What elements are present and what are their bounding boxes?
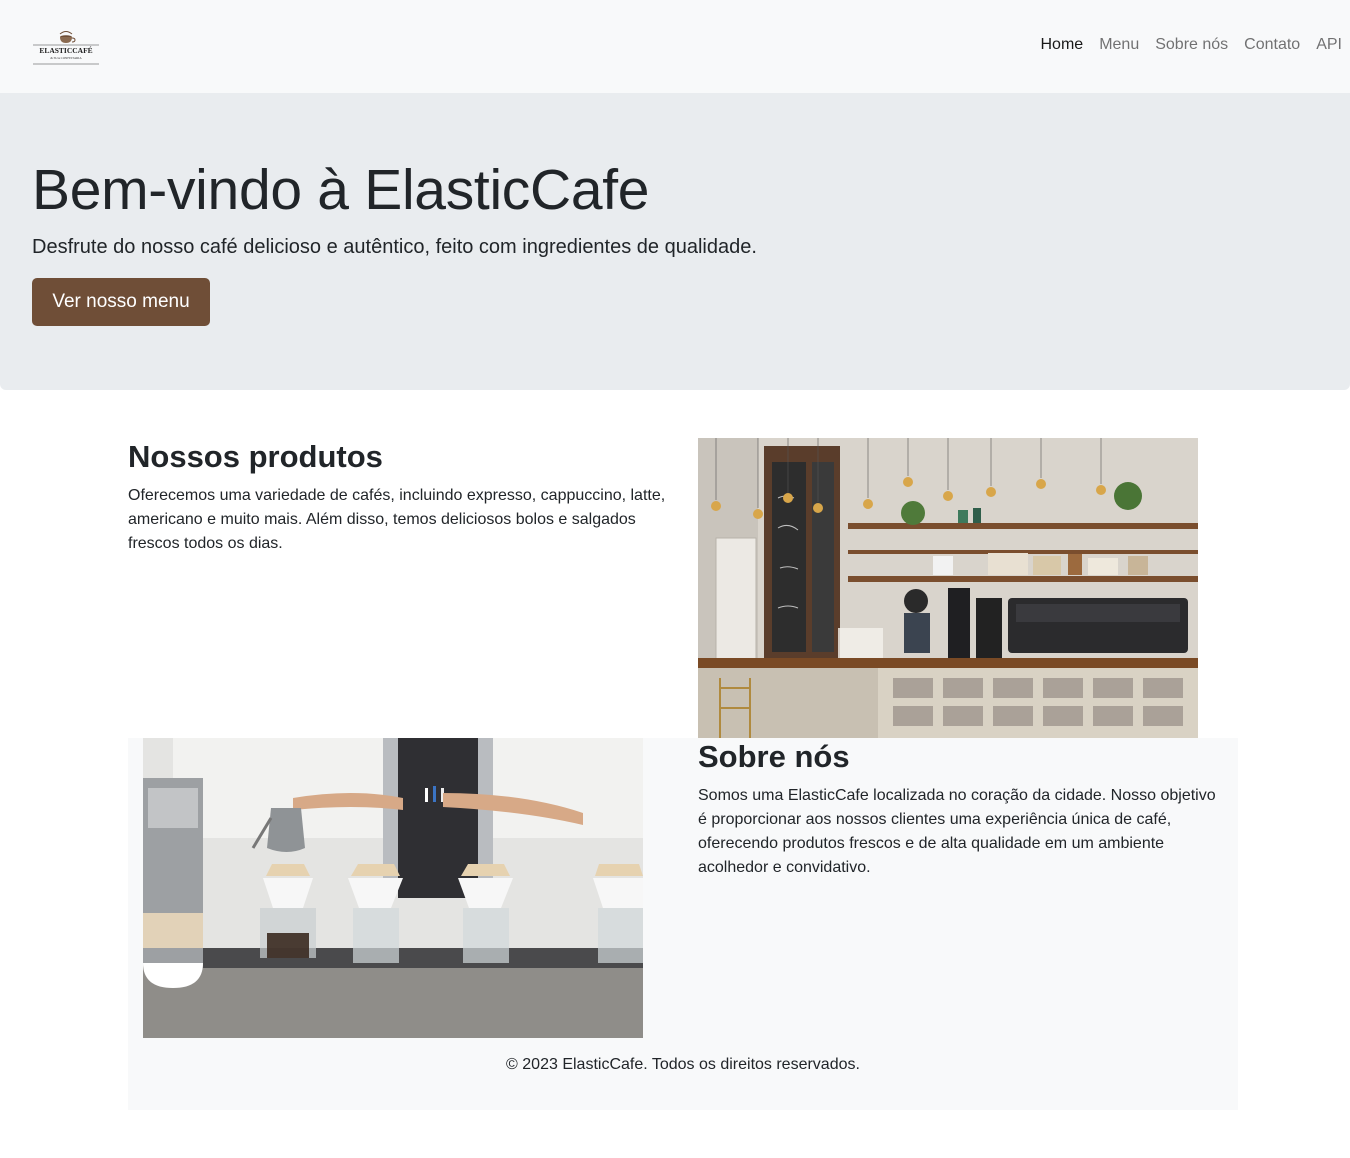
- cafe-interior-photo: [698, 438, 1198, 738]
- nav-link-menu[interactable]: Menu: [1099, 34, 1139, 56]
- nav-link-sobre-nos[interactable]: Sobre nós: [1155, 34, 1228, 56]
- nav-link-contato[interactable]: Contato: [1244, 34, 1300, 56]
- nav-menu: Home Menu Sobre nós Contato API: [1041, 34, 1343, 56]
- view-menu-button[interactable]: Ver nosso menu: [32, 278, 210, 326]
- products-text: Oferecemos uma variedade de cafés, inclu…: [128, 487, 666, 552]
- hero-section: Bem-vindo à ElasticCafe Desfrute do noss…: [0, 93, 1350, 390]
- navbar: ELASTICCAFÉ & SUA CONFEITARIA Home Menu …: [0, 0, 1350, 93]
- coffee-cup-logo-icon: ELASTICCAFÉ & SUA CONFEITARIA: [33, 31, 99, 65]
- logo-tagline: & SUA CONFEITARIA: [50, 56, 82, 60]
- footer-copyright: © 2023 ElasticCafe. Todos os direitos re…: [506, 1056, 860, 1073]
- hero-lead: Desfrute do nosso café delicioso e autên…: [32, 236, 757, 258]
- barista-pour-over-photo: [143, 738, 643, 1038]
- nav-link-api[interactable]: API: [1316, 34, 1342, 56]
- hero-title: Bem-vindo à ElasticCafe: [32, 158, 650, 222]
- about-text: Somos uma ElasticCafe localizada no cora…: [698, 787, 1216, 876]
- logo-wordmark: ELASTICCAFÉ: [39, 45, 92, 55]
- about-title: Sobre nós: [698, 739, 850, 774]
- brand-logo[interactable]: ELASTICCAFÉ & SUA CONFEITARIA: [32, 27, 100, 67]
- products-title: Nossos produtos: [128, 439, 383, 474]
- nav-link-home[interactable]: Home: [1041, 34, 1084, 56]
